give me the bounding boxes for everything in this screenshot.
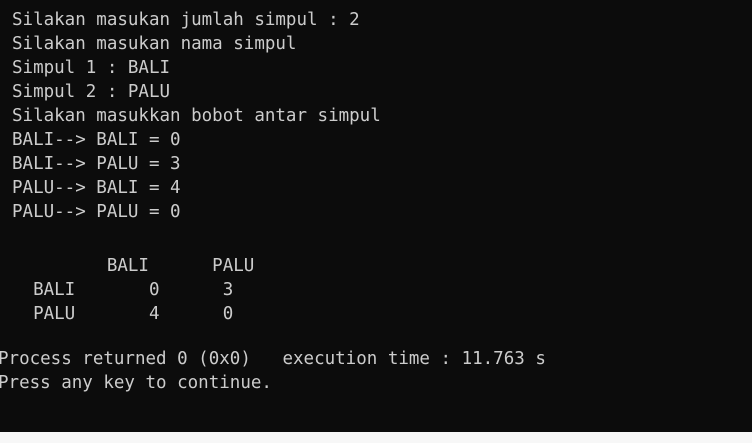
matrix-row-palu: PALU 4 0 xyxy=(12,304,234,324)
console-line-9: PALU--> PALU = 0 xyxy=(12,202,181,222)
bottom-border-strip xyxy=(0,432,752,443)
matrix-row-bali: BALI 0 3 xyxy=(12,280,234,300)
console-line-1: Silakan masukan jumlah simpul : 2 xyxy=(12,10,360,30)
console-line-7: BALI--> PALU = 3 xyxy=(12,154,181,174)
console-line-3: Simpul 1 : BALI xyxy=(12,58,171,78)
matrix-header-row: BALI PALU xyxy=(12,256,255,276)
console-line-6: BALI--> BALI = 0 xyxy=(12,130,181,150)
console-line-8: PALU--> BALI = 4 xyxy=(12,178,181,198)
console-window[interactable]: Silakan masukan jumlah simpul : 2 Silaka… xyxy=(0,0,752,432)
console-line-5: Silakan masukkan bobot antar simpul xyxy=(12,106,381,126)
process-status-line: Process returned 0 (0x0) execution time … xyxy=(0,349,546,369)
continue-prompt-line: Press any key to continue. xyxy=(0,373,272,393)
console-line-4: Simpul 2 : PALU xyxy=(12,82,171,102)
console-line-2: Silakan masukan nama simpul xyxy=(12,34,297,54)
